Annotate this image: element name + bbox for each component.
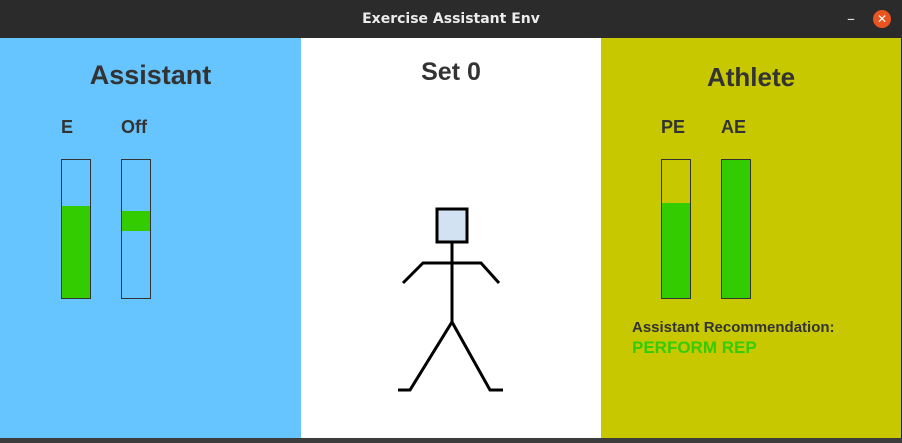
figure-head — [435, 207, 469, 244]
athlete-panel: Athlete PE AE Assistant Recommendation: … — [601, 38, 901, 438]
app-window: Exercise Assistant Env – ✕ Assistant E O… — [0, 0, 902, 443]
title-bar: Exercise Assistant Env – ✕ — [0, 0, 902, 38]
recommendation-label: Assistant Recommendation: — [632, 319, 835, 336]
assistant-panel: Assistant E Off — [0, 38, 301, 438]
perceived-effort-bar-fill — [662, 203, 690, 298]
recommendation-value: PERFORM REP — [632, 338, 757, 357]
offer-bar-marker — [122, 211, 150, 231]
stick-figure — [398, 207, 503, 392]
figure-legs — [398, 319, 503, 392]
energy-bar-fill — [62, 206, 90, 298]
minimize-button[interactable]: – — [840, 8, 862, 30]
athlete-title: Athlete — [706, 62, 796, 92]
energy-bar — [61, 159, 91, 299]
actual-effort-label: AE — [721, 117, 747, 137]
offer-bar-label: Off — [121, 117, 147, 137]
actual-effort-bar — [721, 159, 751, 299]
center-panel: Set 0 — [301, 38, 601, 438]
perceived-effort-bar — [661, 159, 691, 299]
energy-bar-label: E — [61, 117, 74, 137]
actual-effort-bar-fill — [722, 160, 750, 298]
window-bottom-edge — [0, 438, 902, 443]
window-title: Exercise Assistant Env — [362, 11, 540, 27]
perceived-effort-label: PE — [661, 117, 686, 137]
assistant-title: Assistant — [89, 60, 212, 90]
close-button[interactable]: ✕ — [873, 10, 891, 28]
offer-bar — [121, 159, 151, 299]
